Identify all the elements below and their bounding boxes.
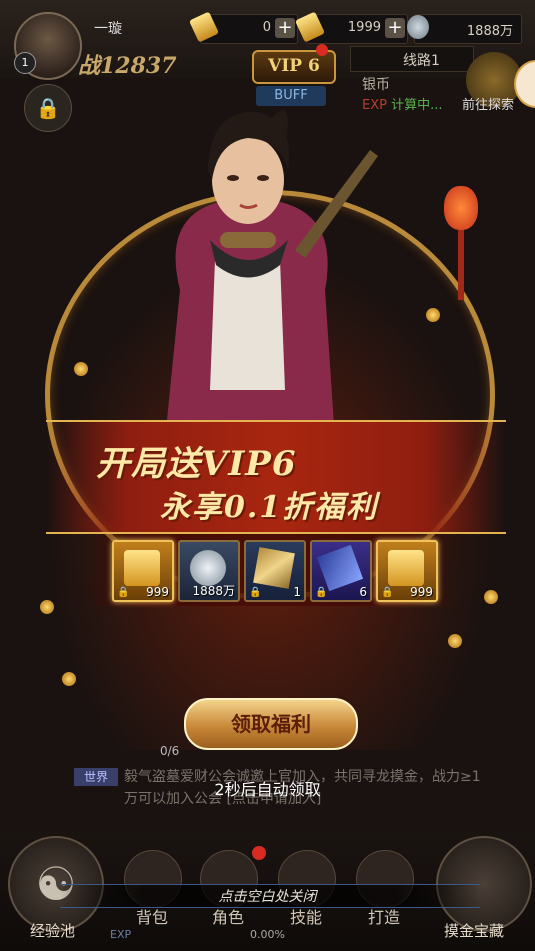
reward-count: 6	[359, 585, 367, 599]
coin-decoration	[448, 634, 462, 648]
resource-value: 0	[262, 20, 271, 35]
lock-icon[interactable]: 🔒	[24, 84, 72, 132]
resource-gold-bar: 0 +	[188, 11, 298, 44]
auto-claim-countdown: 2秒后自动领取	[214, 780, 321, 799]
reward-count: 999	[146, 585, 169, 599]
coin-decoration	[426, 308, 440, 322]
progress-count: 0/6	[160, 744, 180, 758]
coin-decoration	[62, 672, 76, 686]
resource-bound-gold: 1999 +	[294, 11, 408, 44]
server-line-label: 线路1	[403, 53, 440, 69]
lock-icon: 🔒	[249, 587, 262, 598]
notification-dot	[316, 44, 328, 56]
card-icon	[253, 547, 295, 589]
exp-bar-percent: 0.00%	[250, 928, 285, 941]
reward-count: 1	[293, 585, 301, 599]
resource-silver: 1888万	[407, 14, 522, 44]
reward-slot-ticket[interactable]: 🔒 6	[310, 540, 372, 602]
heroine-illustration	[165, 110, 378, 440]
notification-dot	[252, 846, 266, 860]
coin-decoration	[74, 362, 88, 376]
resource-value: 1999	[347, 20, 381, 35]
reward-slot-card[interactable]: 🔒 1	[244, 540, 306, 602]
resource-value: 1888万	[466, 24, 513, 39]
gold-chest-icon	[388, 550, 424, 586]
coin-decoration	[40, 600, 54, 614]
exp-status-text: 计算中...	[391, 98, 443, 113]
explore-label: 前往探索	[462, 98, 515, 113]
add-gold-button[interactable]: +	[275, 18, 295, 38]
claim-benefits-button[interactable]: 领取福利	[184, 698, 358, 750]
headline-discount: 永享0.1折福利	[160, 490, 379, 525]
close-hint-text[interactable]: 点击空白处关闭	[0, 886, 535, 906]
coin-decoration	[484, 590, 498, 604]
lock-icon: 🔒	[315, 587, 328, 598]
reward-count: 999	[410, 585, 433, 599]
headline-vip: 开局送VIP6	[96, 444, 297, 484]
reward-slot-silver-coin[interactable]: 1888万	[178, 540, 240, 602]
ticket-icon	[316, 544, 364, 592]
lock-icon: 🔒	[117, 587, 130, 598]
combat-power: 战12837	[78, 53, 177, 79]
silver-coin-icon	[407, 15, 429, 39]
player-name: 一璇	[94, 21, 122, 37]
lantern-decoration	[444, 186, 478, 230]
gold-chest-icon	[124, 550, 160, 586]
silver-coin-icon	[190, 550, 226, 586]
reward-slot-gold-chest[interactable]: 🔒 999	[376, 540, 438, 602]
treasure-label: 摸金宝藏	[444, 922, 505, 940]
reward-slot-gold-chest[interactable]: 🔒 999	[112, 540, 174, 602]
reward-count: 1888万	[192, 584, 235, 598]
lantern-tassel	[458, 230, 464, 300]
player-level-badge: 1	[14, 52, 36, 74]
exp-bar-label: EXP	[110, 928, 132, 941]
lock-icon: 🔒	[381, 587, 394, 598]
server-line-selector[interactable]: 线路1	[350, 46, 474, 72]
add-bound-gold-button[interactable]: +	[385, 18, 405, 38]
exp-pool-label: 经验池	[30, 922, 76, 940]
